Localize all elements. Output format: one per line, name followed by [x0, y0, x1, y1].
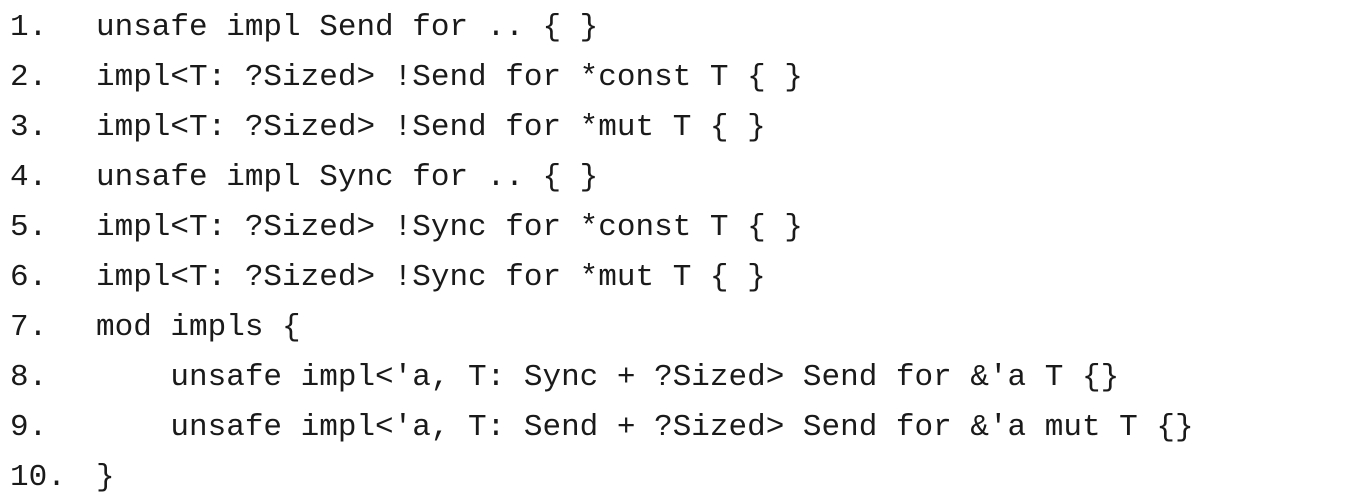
code-line: 8. unsafe impl<'a, T: Sync + ?Sized> Sen…: [10, 353, 1194, 403]
line-number: 10.: [10, 460, 66, 495]
line-code: unsafe impl Send for .. { }: [96, 10, 599, 45]
line-code: impl<T: ?Sized> !Send for *mut T { }: [96, 110, 766, 145]
code-line: 9. unsafe impl<'a, T: Send + ?Sized> Sen…: [10, 403, 1194, 453]
line-number: 1.: [10, 10, 48, 45]
code-line: 5. impl<T: ?Sized> !Sync for *const T { }: [10, 203, 1194, 253]
code-line: 4. unsafe impl Sync for .. { }: [10, 153, 1194, 203]
line-code: impl<T: ?Sized> !Sync for *mut T { }: [96, 260, 766, 295]
line-number: 4.: [10, 160, 48, 195]
code-line: 3. impl<T: ?Sized> !Send for *mut T { }: [10, 103, 1194, 153]
line-number: 7.: [10, 310, 48, 345]
line-code: unsafe impl<'a, T: Sync + ?Sized> Send f…: [96, 360, 1120, 395]
code-line: 2. impl<T: ?Sized> !Send for *const T { }: [10, 53, 1194, 103]
code-listing: 1. unsafe impl Send for .. { } 2. impl<T: …: [10, 3, 1194, 503]
code-line: 1. unsafe impl Send for .. { }: [10, 3, 1194, 53]
code-line: 7. mod impls {: [10, 303, 1194, 353]
line-number: 2.: [10, 60, 48, 95]
line-code: unsafe impl Sync for .. { }: [96, 160, 599, 195]
line-number: 6.: [10, 260, 48, 295]
line-code: impl<T: ?Sized> !Send for *const T { }: [96, 60, 803, 95]
line-number: 5.: [10, 210, 48, 245]
line-number: 9.: [10, 410, 48, 445]
line-number: 3.: [10, 110, 48, 145]
line-number: 8.: [10, 360, 48, 395]
code-line: 6. impl<T: ?Sized> !Sync for *mut T { }: [10, 253, 1194, 303]
line-code: mod impls {: [96, 310, 301, 345]
line-code: impl<T: ?Sized> !Sync for *const T { }: [96, 210, 803, 245]
code-line: 10.}: [10, 453, 1194, 503]
line-code: }: [96, 460, 115, 495]
line-code: unsafe impl<'a, T: Send + ?Sized> Send f…: [96, 410, 1194, 445]
